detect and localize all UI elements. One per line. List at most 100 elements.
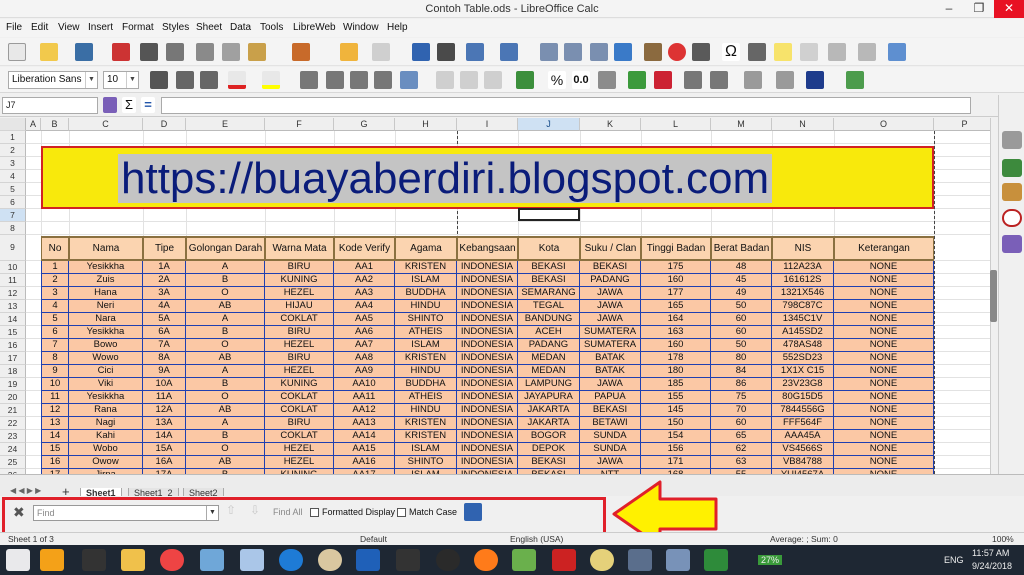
row-header-20[interactable]: 20: [0, 391, 26, 404]
font-name-combo[interactable]: Liberation Sans ▼: [8, 71, 98, 89]
table-cell[interactable]: 9A: [143, 365, 186, 378]
table-cell[interactable]: COKLAT: [265, 404, 334, 417]
table-cell[interactable]: HINDU: [395, 404, 457, 417]
menu-view[interactable]: View: [58, 22, 80, 33]
table-cell[interactable]: 1345C1V: [772, 313, 834, 326]
column-header-d[interactable]: D: [143, 118, 186, 131]
undo-icon[interactable]: [340, 43, 358, 61]
table-cell[interactable]: 165: [641, 300, 711, 313]
table-cell[interactable]: 50: [711, 339, 772, 352]
table-cell[interactable]: AA7: [334, 339, 395, 352]
styles-icon[interactable]: [1002, 159, 1022, 177]
table-cell[interactable]: 1A: [143, 261, 186, 274]
snipping-tool-icon[interactable]: [240, 549, 264, 571]
table-cell[interactable]: NONE: [834, 404, 934, 417]
table-cell[interactable]: 60: [711, 326, 772, 339]
chevron-down-icon[interactable]: ▼: [126, 72, 138, 88]
copy-icon[interactable]: [222, 43, 240, 61]
table-cell[interactable]: DEPOK: [518, 443, 580, 456]
table-cell[interactable]: AA9: [334, 365, 395, 378]
clock-date[interactable]: 9/24/2018: [972, 561, 1012, 571]
table-cell[interactable]: 75: [711, 391, 772, 404]
column-header-b[interactable]: B: [41, 118, 69, 131]
table-cell[interactable]: AA14: [334, 430, 395, 443]
table-cell[interactable]: INDONESIA: [457, 391, 518, 404]
table-cell[interactable]: INDONESIA: [457, 339, 518, 352]
column-header-o[interactable]: O: [834, 118, 934, 131]
table-cell[interactable]: O: [186, 339, 265, 352]
gallery-icon[interactable]: [1002, 183, 1022, 201]
table-cell[interactable]: PADANG: [518, 339, 580, 352]
table-header-cell[interactable]: Agama: [395, 236, 457, 261]
table-cell[interactable]: NONE: [834, 365, 934, 378]
table-cell[interactable]: BATAK: [580, 352, 641, 365]
table-cell[interactable]: COKLAT: [265, 391, 334, 404]
table-cell[interactable]: 3A: [143, 287, 186, 300]
table-cell[interactable]: 8A: [143, 352, 186, 365]
table-cell[interactable]: 10: [41, 378, 69, 391]
insert-chart-icon[interactable]: [668, 43, 686, 61]
font-color-icon[interactable]: [228, 71, 246, 89]
table-cell[interactable]: 161612S: [772, 274, 834, 287]
table-cell[interactable]: Nagi: [69, 417, 143, 430]
header-footer-icon[interactable]: [800, 43, 818, 61]
row-header-10[interactable]: 10: [0, 261, 26, 274]
table-cell[interactable]: TEGAL: [518, 300, 580, 313]
notepad-icon[interactable]: [200, 549, 224, 571]
table-cell[interactable]: 13: [41, 417, 69, 430]
internet-explorer-icon[interactable]: [279, 549, 303, 571]
table-cell[interactable]: INDONESIA: [457, 352, 518, 365]
table-cell[interactable]: INDONESIA: [457, 287, 518, 300]
menu-sheet[interactable]: Sheet: [196, 22, 222, 33]
battery-indicator[interactable]: 27%: [758, 555, 783, 565]
table-cell[interactable]: 14A: [143, 430, 186, 443]
column-header-n[interactable]: N: [772, 118, 834, 131]
table-cell[interactable]: 178: [641, 352, 711, 365]
row-header-19[interactable]: 19: [0, 378, 26, 391]
table-cell[interactable]: VS4566S: [772, 443, 834, 456]
table-cell[interactable]: AA12: [334, 404, 395, 417]
sublime-text-icon[interactable]: [40, 549, 64, 571]
row-header-13[interactable]: 13: [0, 300, 26, 313]
nox-player-icon[interactable]: [436, 549, 460, 571]
table-cell[interactable]: AA4: [334, 300, 395, 313]
table-cell[interactable]: BATAK: [580, 365, 641, 378]
menu-file[interactable]: File: [6, 22, 22, 33]
table-cell[interactable]: NONE: [834, 352, 934, 365]
pivot-table-icon[interactable]: [692, 43, 710, 61]
table-header-cell[interactable]: Nama: [69, 236, 143, 261]
table-cell[interactable]: NONE: [834, 326, 934, 339]
highlight-color-icon[interactable]: [262, 71, 280, 89]
table-cell[interactable]: Viki: [69, 378, 143, 391]
table-cell[interactable]: AA8: [334, 352, 395, 365]
table-cell[interactable]: HEZEL: [265, 443, 334, 456]
border-style-icon[interactable]: [776, 71, 794, 89]
table-cell[interactable]: 16: [41, 456, 69, 469]
table-cell[interactable]: AB: [186, 300, 265, 313]
hyperlink-icon[interactable]: [748, 43, 766, 61]
table-cell[interactable]: INDONESIA: [457, 378, 518, 391]
table-cell[interactable]: NONE: [834, 443, 934, 456]
table-cell[interactable]: 80G15D5: [772, 391, 834, 404]
row-header-5[interactable]: 5: [0, 183, 26, 196]
table-cell[interactable]: NONE: [834, 378, 934, 391]
table-cell[interactable]: JAWA: [580, 456, 641, 469]
table-cell[interactable]: INDONESIA: [457, 443, 518, 456]
table-cell[interactable]: HEZEL: [265, 456, 334, 469]
row-header-21[interactable]: 21: [0, 404, 26, 417]
table-cell[interactable]: Bowo: [69, 339, 143, 352]
table-header-cell[interactable]: Tinggi Badan: [641, 236, 711, 261]
table-cell[interactable]: 4A: [143, 300, 186, 313]
table-cell[interactable]: BEKASI: [518, 274, 580, 287]
table-cell[interactable]: JAWA: [580, 378, 641, 391]
table-header-cell[interactable]: Tipe: [143, 236, 186, 261]
table-cell[interactable]: SHINTO: [395, 313, 457, 326]
table-cell[interactable]: 11A: [143, 391, 186, 404]
table-cell[interactable]: SUNDA: [580, 443, 641, 456]
table-cell[interactable]: 45: [711, 274, 772, 287]
row-header-2[interactable]: 2: [0, 144, 26, 157]
table-cell[interactable]: 63: [711, 456, 772, 469]
table-cell[interactable]: 4: [41, 300, 69, 313]
chevron-down-icon[interactable]: ▼: [85, 72, 97, 88]
security-shield-icon[interactable]: [356, 549, 380, 571]
